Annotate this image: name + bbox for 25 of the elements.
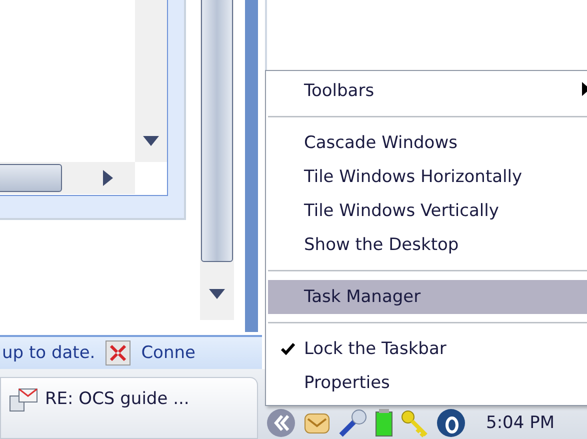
horizontal-scrollbar[interactable] — [0, 162, 135, 194]
scrollbar-thumb[interactable] — [0, 164, 62, 192]
menu-item[interactable]: Cascade Windows — [268, 126, 587, 160]
menu-item[interactable]: Toolbars — [268, 74, 587, 108]
battery-icon[interactable] — [374, 408, 394, 438]
menu-item[interactable]: Tile Windows Horizontally — [268, 160, 587, 194]
menu-item[interactable]: Show the Desktop — [268, 228, 587, 262]
key-icon[interactable] — [400, 408, 430, 438]
scrollbar-thumb[interactable] — [201, 0, 233, 262]
menu-item[interactable]: Lock the Taskbar — [268, 332, 587, 366]
chevron-icon[interactable] — [266, 408, 296, 438]
status-text: Conne — [141, 343, 196, 363]
taskbar-button[interactable]: RE: OCS guide ... — [0, 377, 258, 439]
menu-item[interactable]: Properties — [268, 366, 587, 400]
menu-item[interactable]: Tile Windows Vertically — [268, 194, 587, 228]
vertical-scrollbar[interactable] — [200, 0, 234, 320]
right-arrow-icon[interactable] — [102, 169, 114, 187]
down-arrow-icon[interactable] — [142, 135, 160, 147]
down-arrow-icon[interactable] — [208, 288, 226, 300]
status-text: up to date. — [2, 343, 96, 363]
clock[interactable]: 5:04 PM — [486, 413, 554, 433]
message-icon — [9, 386, 39, 412]
menu-item[interactable]: Task Manager — [268, 280, 587, 314]
vertical-scrollbar[interactable] — [135, 0, 167, 162]
connection-icon — [105, 340, 132, 366]
